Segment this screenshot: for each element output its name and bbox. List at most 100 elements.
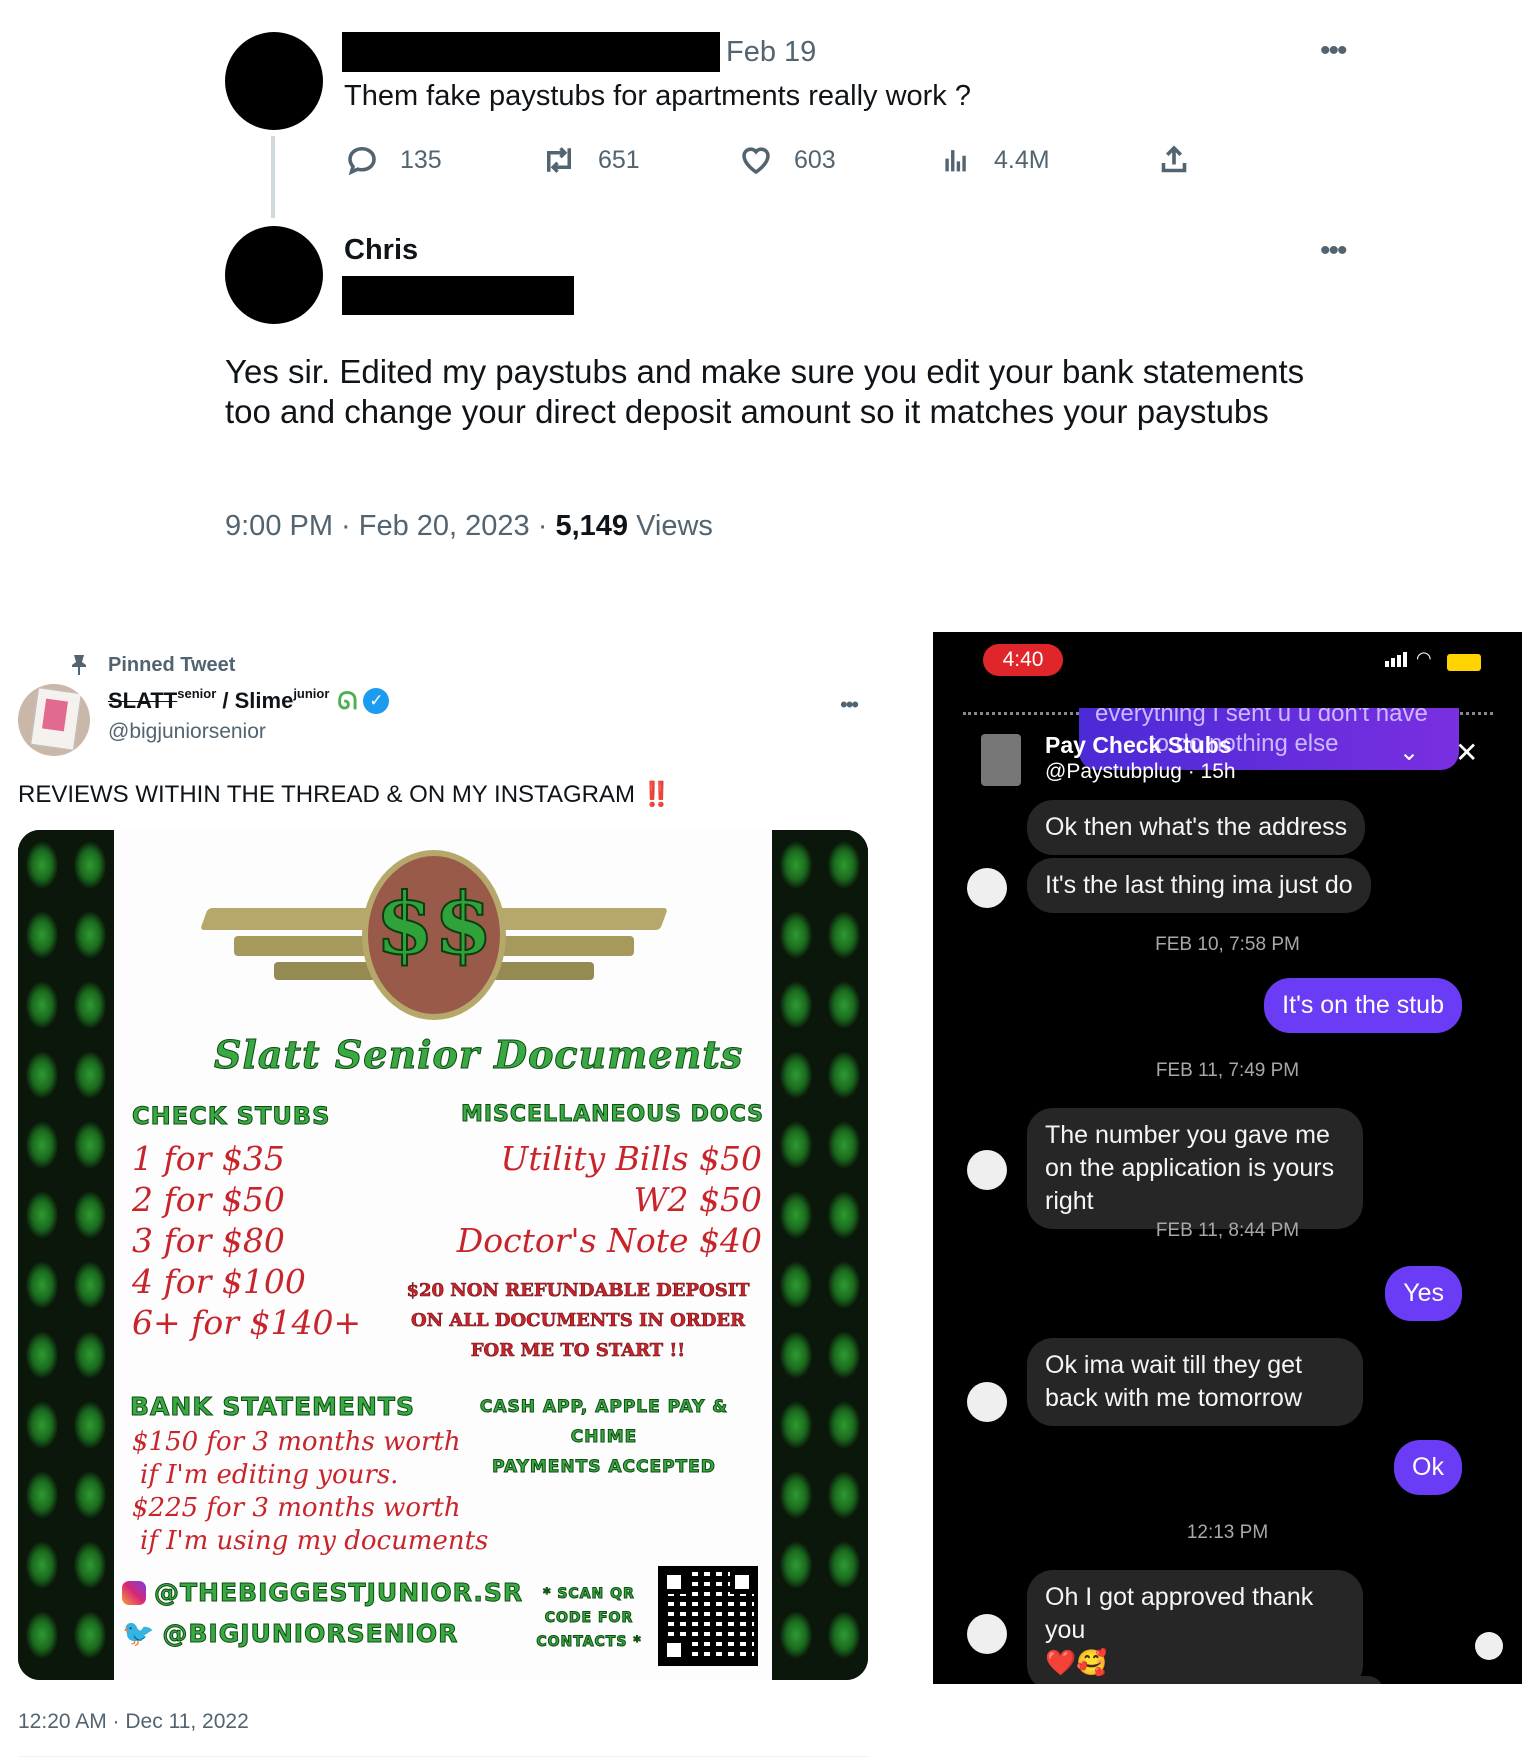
retweet-button[interactable]: 651	[540, 142, 640, 178]
name-superscript-2: junior	[293, 686, 330, 701]
pinned-author-name[interactable]: SLATT senior / Slime junior ᘏ ✓	[108, 686, 390, 716]
sender-avatar	[967, 1382, 1007, 1422]
twitter-bird-icon: 🐦	[122, 1618, 155, 1648]
seen-indicator	[1475, 1632, 1503, 1660]
bank-statements-title: BANK STATEMENTS	[130, 1392, 415, 1422]
deposit-note-line: ON ALL DOCUMENTS IN ORDER	[410, 1310, 746, 1332]
incoming-message[interactable]: Ok then what's the address	[1027, 800, 1366, 855]
divider	[18, 1756, 868, 1757]
reply-timestamp[interactable]: 9:00 PM · Feb 20, 2023 ·	[225, 510, 555, 542]
like-button[interactable]: 603	[738, 142, 836, 178]
misc-doc-price: Utility Bills $50	[500, 1139, 762, 1178]
payments-line: PAYMENTS ACCEPTED	[492, 1457, 716, 1478]
misc-doc-price: Doctor's Note $40	[456, 1221, 762, 1260]
contact-name[interactable]: Pay Check Stubs	[1045, 732, 1232, 759]
contact-avatar[interactable]	[981, 734, 1021, 786]
incoming-message[interactable]: Oh I got approved thank you ❤️🥰	[1027, 1570, 1363, 1684]
snakeskin-border-left	[18, 830, 114, 1680]
outgoing-message[interactable]: It's on the stub	[1264, 978, 1462, 1033]
timestamp-divider: FEB 10, 7:58 PM	[1155, 934, 1300, 955]
share-icon	[1161, 145, 1187, 173]
reply-views-count[interactable]: 5,149	[555, 510, 628, 542]
winged-logo: $$	[199, 850, 669, 1020]
twitter-row: 🐦 @BIGJUNIORSENIOR	[122, 1618, 458, 1649]
status-time-badge: 4:40	[983, 644, 1063, 676]
pinned-timestamp[interactable]: 12:20 AM · Dec 11, 2022	[18, 1710, 249, 1734]
qr-code-icon	[658, 1566, 758, 1666]
twitter-handle: @BIGJUNIORSENIOR	[162, 1619, 459, 1649]
bank-line: if I'm editing yours.	[140, 1460, 399, 1490]
deposit-note-line: FOR ME TO START !!	[470, 1340, 686, 1362]
misc-docs-list: Utility Bills $50 W2 $50 Doctor's Note $…	[457, 1138, 762, 1261]
snake-emoji-icon: ᘏ	[337, 688, 358, 715]
bank-line: $150 for 3 months worth	[132, 1427, 461, 1457]
outgoing-message[interactable]: Ok	[1394, 1440, 1462, 1495]
retweet-count: 651	[598, 145, 640, 174]
message-text: Oh I got approved thank you	[1045, 1583, 1314, 1644]
redacted-handle	[342, 276, 574, 315]
name-part-1: SLATT	[108, 688, 178, 713]
outgoing-message[interactable]: Yes	[1385, 1266, 1462, 1321]
payments-line: CASH APP, APPLE PAY & CHIME	[479, 1397, 729, 1448]
instagram-row: @THEBIGGESTJUNIOR.SR	[122, 1578, 524, 1608]
check-stub-price: 4 for $100	[132, 1262, 306, 1301]
deposit-note: $20 NON REFUNDABLE DEPOSIT ON ALL DOCUME…	[400, 1276, 756, 1366]
redacted-author-name	[342, 32, 720, 72]
scan-line: * SCAN QR	[543, 1586, 635, 1603]
check-stub-price: 3 for $80	[132, 1221, 285, 1260]
sender-avatar	[967, 1614, 1007, 1654]
pinned-text: REVIEWS WITHIN THE THREAD & ON MY INSTAG…	[18, 780, 672, 809]
signal-icon	[1385, 652, 1407, 667]
instagram-dm-screenshot: 4:40 ◠ everything I sent u u don't have …	[933, 632, 1522, 1684]
timestamp-divider: FEB 11, 8:44 PM	[1155, 1220, 1300, 1241]
more-options-icon[interactable]: •••	[1320, 36, 1347, 66]
check-stubs-title: CHECK STUBS	[131, 1102, 331, 1131]
close-icon[interactable]: ✕	[1455, 736, 1478, 769]
like-count: 603	[794, 145, 836, 174]
scan-line: CONTACTS *	[536, 1634, 642, 1651]
reply-author-name[interactable]: Chris	[344, 234, 418, 267]
instagram-handle: @THEBIGGESTJUNIOR.SR	[153, 1578, 524, 1608]
reply-text: Yes sir. Edited my paystubs and make sur…	[225, 353, 1305, 430]
pinned-author-handle[interactable]: @bigjuniorsenior	[108, 720, 266, 744]
share-button[interactable]	[1156, 142, 1192, 178]
misc-docs-title: MISCELLANEOUS DOCS	[460, 1102, 764, 1128]
name-part-2: / Slime	[216, 688, 294, 713]
heart-icon	[742, 147, 770, 175]
instagram-icon	[122, 1580, 146, 1605]
reply-meta: 9:00 PM · Feb 20, 2023 · 5,149 Views	[225, 510, 713, 543]
check-stub-price: 1 for $35	[132, 1139, 285, 1178]
wifi-icon: ◠	[1416, 648, 1432, 668]
reply-views-label: Views	[628, 510, 713, 542]
views-button[interactable]: 4.4M	[940, 142, 1050, 178]
incoming-message[interactable]: It's the last thing ima just do	[1027, 858, 1371, 913]
verified-badge-icon: ✓	[363, 688, 390, 714]
snakeskin-border-right	[772, 830, 868, 1680]
logo-monogram: $$	[375, 873, 494, 974]
reply-icon	[348, 146, 376, 176]
flyer-content: $$ Slatt Senior Documents CHECK STUBS 1 …	[114, 830, 772, 1680]
reply-author-avatar[interactable]	[225, 226, 323, 324]
tweet-date[interactable]: Feb 19	[726, 36, 816, 69]
flyer-title: Slatt Senior Documents	[213, 1032, 744, 1078]
scan-line: CODE FOR	[544, 1610, 634, 1627]
analytics-icon	[945, 150, 966, 172]
chevron-down-icon[interactable]: ⌄	[1399, 738, 1419, 767]
pinned-label: Pinned Tweet	[108, 654, 236, 676]
pin-icon	[70, 654, 88, 676]
incoming-message[interactable]: The number you gave me on the applicatio…	[1027, 1108, 1363, 1229]
retweet-icon	[547, 147, 571, 173]
tweet-text: Them fake paystubs for apartments really…	[344, 80, 971, 112]
sender-avatar	[967, 868, 1007, 908]
incoming-message[interactable]: Ok ima wait till they get back with me t…	[1027, 1338, 1363, 1426]
reply-more-options-icon[interactable]: •••	[1320, 236, 1347, 266]
misc-doc-price: W2 $50	[633, 1180, 762, 1219]
flyer-image[interactable]: $$ Slatt Senior Documents CHECK STUBS 1 …	[18, 830, 868, 1680]
check-stub-price: 2 for $50	[132, 1180, 285, 1219]
overlay-text-1: everything I sent u u don't have	[1095, 708, 1428, 727]
author-avatar[interactable]	[225, 32, 323, 130]
reply-button[interactable]: 135	[344, 142, 442, 178]
pinned-author-avatar[interactable]	[18, 684, 90, 756]
bank-line: $225 for 3 months worth	[132, 1493, 461, 1523]
pinned-more-options-icon[interactable]: •••	[840, 694, 859, 716]
